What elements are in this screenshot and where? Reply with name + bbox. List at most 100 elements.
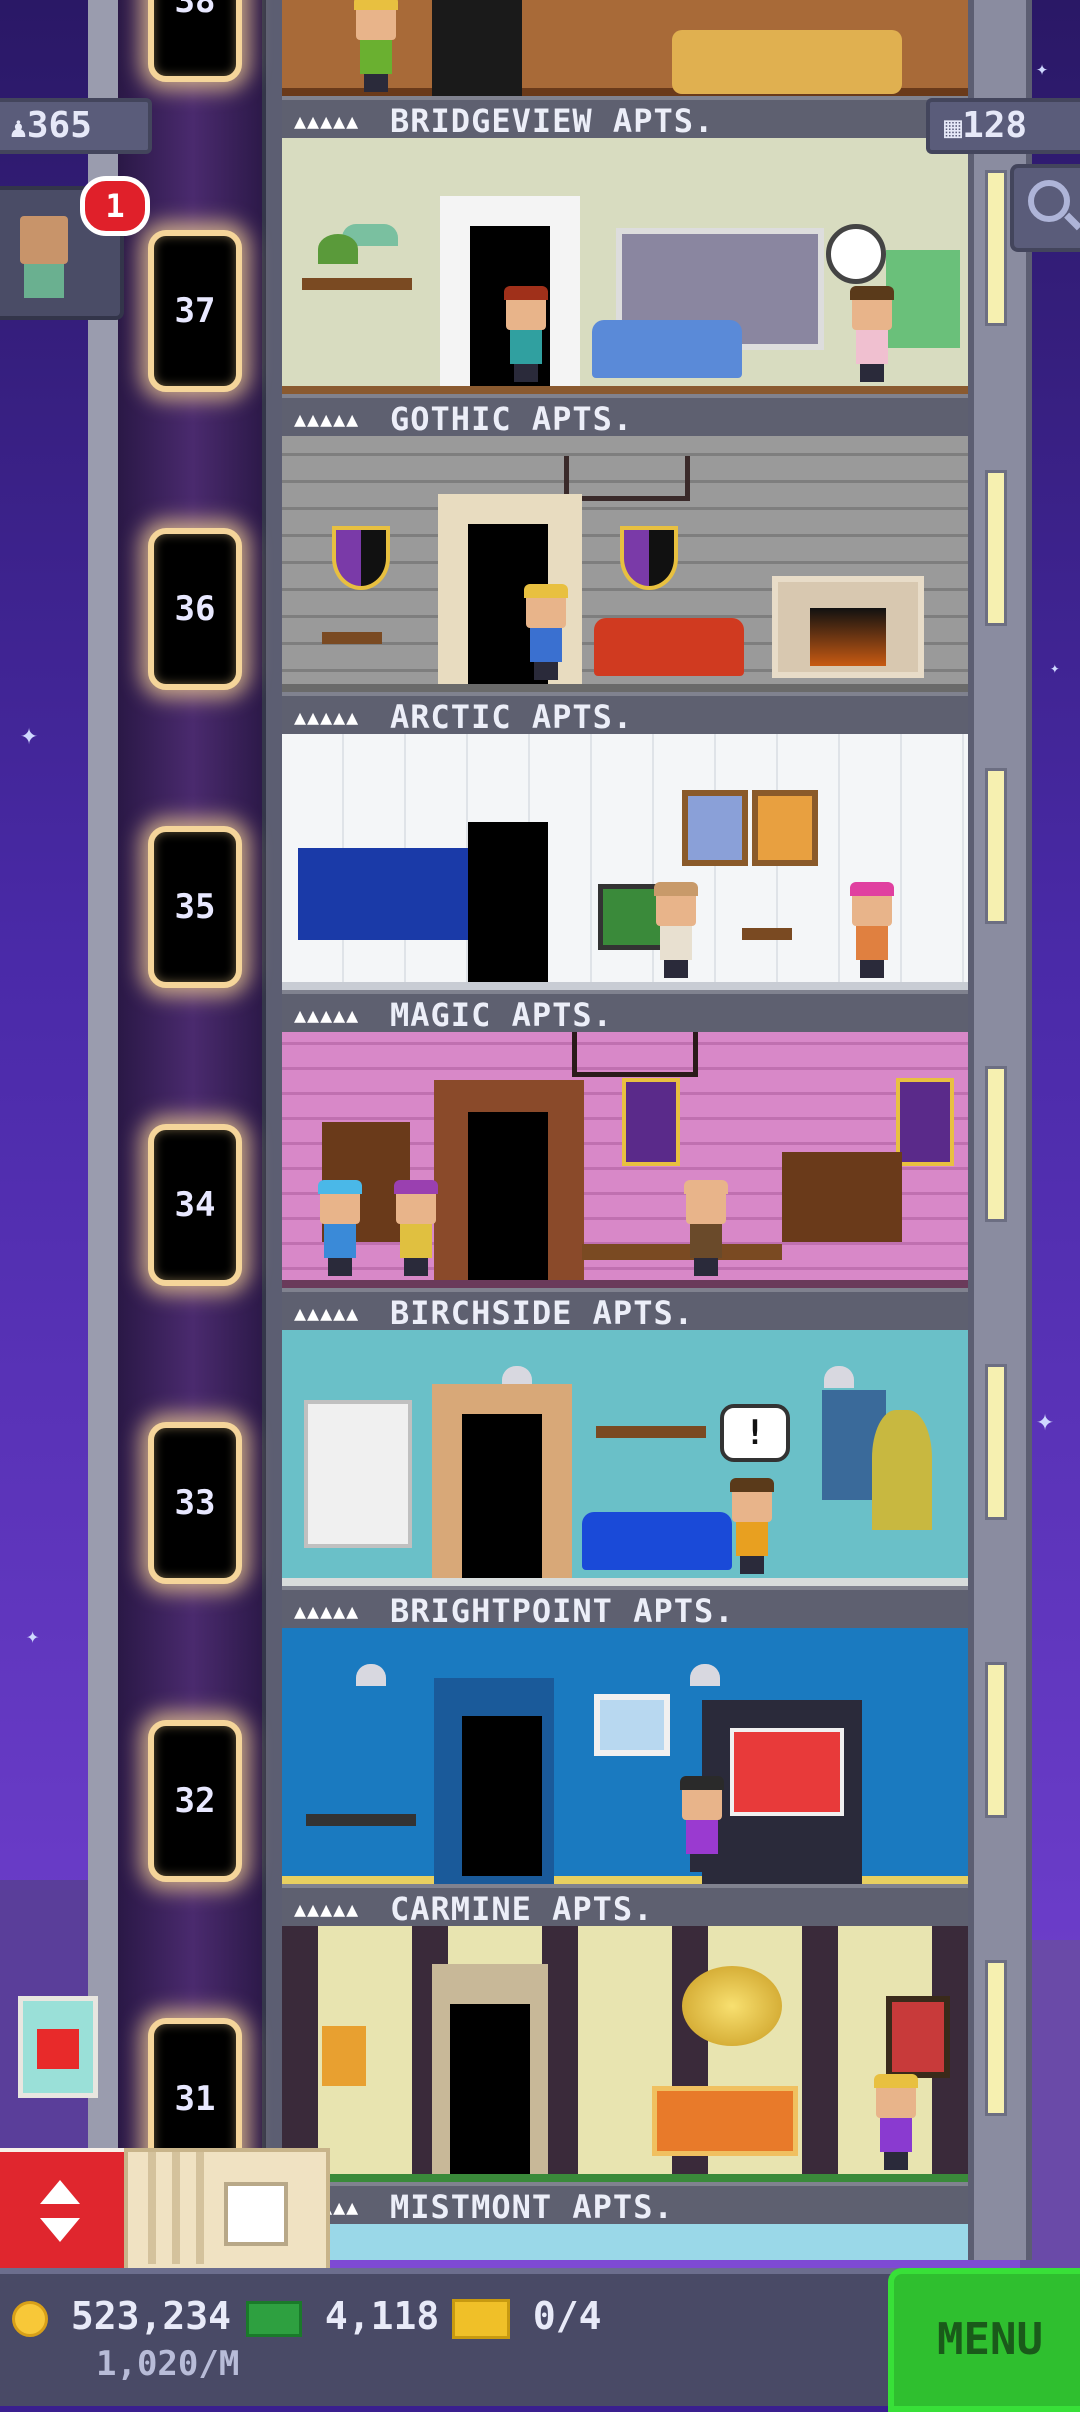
floor-38[interactable]: ▲▲▲▲▲ BRIDGEVIEW APTS. bbox=[282, 0, 968, 138]
coins-rate: 1,020/M bbox=[96, 2344, 240, 2384]
apartment-door bbox=[462, 1716, 542, 1876]
resident[interactable] bbox=[872, 2074, 920, 2170]
floor-sign: ▲▲▲▲▲ BRIGHTPOINT APTS. bbox=[282, 1586, 968, 1628]
clock-icon bbox=[826, 224, 886, 284]
blue-cabinet bbox=[298, 848, 474, 940]
wall-sconce bbox=[322, 2026, 366, 2086]
resident[interactable] bbox=[392, 1180, 440, 1276]
resident[interactable] bbox=[728, 1478, 776, 1574]
resident[interactable] bbox=[848, 286, 896, 382]
outer-window bbox=[985, 1066, 1007, 1222]
avatar bbox=[20, 216, 68, 264]
resident[interactable] bbox=[316, 1180, 364, 1276]
resident[interactable] bbox=[848, 882, 896, 978]
chandelier bbox=[572, 1032, 698, 1077]
floor-sign: ▲▲▲▲▲ CARMINE APTS. bbox=[282, 1884, 968, 1926]
elevator-door-33[interactable]: 33 bbox=[148, 1422, 242, 1584]
banner bbox=[622, 1078, 680, 1166]
tv bbox=[730, 1728, 844, 1816]
side-table bbox=[742, 928, 792, 940]
resident[interactable] bbox=[652, 882, 700, 978]
resident[interactable] bbox=[352, 0, 400, 92]
resident[interactable] bbox=[522, 584, 570, 680]
outer-window bbox=[985, 470, 1007, 626]
coin-icon bbox=[12, 2300, 48, 2337]
apartment-door bbox=[462, 1414, 542, 1578]
build-floor-button[interactable] bbox=[124, 2148, 330, 2276]
side-table bbox=[322, 632, 382, 644]
floor-sign: ▲▲▲▲▲ ARCTIC APTS. bbox=[282, 692, 968, 734]
bux-display[interactable]: 4,118 bbox=[246, 2294, 439, 2338]
star-rating: ▲▲▲▲▲ bbox=[294, 705, 360, 729]
banner bbox=[896, 1078, 954, 1166]
resident[interactable] bbox=[502, 286, 550, 382]
door bbox=[432, 0, 522, 100]
potted-plant bbox=[872, 1410, 932, 1530]
elevator-door-37[interactable]: 37 bbox=[148, 230, 242, 392]
chandelier bbox=[682, 1966, 782, 2046]
tower: 38 37 36 35 34 33 32 31 ▲▲▲▲▲ BRIDGEVIEW … bbox=[0, 0, 1080, 2400]
wall-picture bbox=[752, 790, 818, 866]
outer-window bbox=[985, 1364, 1007, 1520]
down-arrow-icon bbox=[40, 2218, 80, 2242]
floor-36[interactable]: ▲▲▲▲▲ ARCTIC APTS. bbox=[282, 436, 968, 734]
floor-33[interactable]: ! ▲▲▲▲▲ BRIGHTPOINT APTS. bbox=[282, 1330, 968, 1628]
floor-sign: ▲▲▲▲▲ BRIDGEVIEW APTS. bbox=[282, 96, 968, 138]
sofa bbox=[672, 30, 902, 94]
floor-35[interactable]: ▲▲▲▲▲ MAGIC APTS. bbox=[282, 734, 968, 1032]
outer-window bbox=[985, 768, 1007, 924]
floor-34[interactable]: ▲▲▲▲▲ BIRCHSIDE APTS. bbox=[282, 1032, 968, 1330]
floor-sign: ▲▲▲▲▲ BIRCHSIDE APTS. bbox=[282, 1288, 968, 1330]
population-counter[interactable]: ♟365 bbox=[0, 98, 152, 154]
apartment-door bbox=[468, 1112, 548, 1280]
elevator-door-38[interactable]: 38 bbox=[148, 0, 242, 82]
sofa bbox=[592, 320, 742, 378]
plant bbox=[318, 234, 358, 264]
avatar-body bbox=[24, 264, 64, 298]
elevator-door-34[interactable]: 34 bbox=[148, 1124, 242, 1286]
person-icon: ♟ bbox=[10, 111, 27, 144]
search-button[interactable] bbox=[1010, 164, 1080, 252]
elevator-button[interactable] bbox=[0, 2148, 128, 2276]
tickets-display[interactable]: 0/4 bbox=[452, 2294, 602, 2339]
wall-shelf bbox=[596, 1426, 706, 1438]
apartment-door bbox=[468, 822, 548, 982]
floor-37[interactable]: ▲▲▲▲▲ GOTHIC APTS. bbox=[282, 138, 968, 436]
notification-badge[interactable]: 1 bbox=[80, 176, 150, 236]
shield-crest bbox=[332, 526, 390, 590]
resident[interactable] bbox=[682, 1180, 730, 1276]
building-icon: ▦ bbox=[944, 110, 963, 145]
ceiling-lamp bbox=[824, 1366, 854, 1388]
sofa bbox=[594, 618, 744, 676]
star-rating: ▲▲▲▲▲ bbox=[294, 109, 360, 133]
coins-display[interactable]: 523,234 bbox=[12, 2294, 231, 2338]
ceiling-lamp bbox=[690, 1664, 720, 1686]
chandelier bbox=[564, 456, 690, 501]
floor-32[interactable]: ▲▲▲▲▲ CARMINE APTS. bbox=[282, 1628, 968, 1926]
floor-sign: ▲▲▲▲▲MISTMONT APTS. bbox=[282, 2182, 968, 2224]
fries-bitizen-card[interactable] bbox=[18, 1996, 98, 2098]
fireplace bbox=[782, 1152, 902, 1242]
dining-table bbox=[306, 1814, 416, 1826]
floor-sign: ▲▲▲▲▲ MAGIC APTS. bbox=[282, 990, 968, 1032]
elevator-door-35[interactable]: 35 bbox=[148, 826, 242, 988]
bed bbox=[652, 2086, 798, 2156]
menu-button[interactable]: MENU bbox=[888, 2268, 1080, 2412]
elevator-door-36[interactable]: 36 bbox=[148, 528, 242, 690]
star-rating: ▲▲▲▲▲ bbox=[294, 1003, 360, 1027]
up-arrow-icon bbox=[40, 2180, 80, 2204]
star-rating: ▲▲▲▲▲ bbox=[294, 1301, 360, 1325]
shield-crest bbox=[620, 526, 678, 590]
speech-bubble[interactable]: ! bbox=[720, 1404, 790, 1462]
elevator-shaft-rail bbox=[262, 0, 284, 2260]
star-rating: ▲▲▲▲▲ bbox=[294, 1599, 360, 1623]
floor-31[interactable]: ▲▲▲▲▲MISTMONT APTS. bbox=[282, 1926, 968, 2224]
sofa bbox=[582, 1512, 732, 1570]
resident[interactable] bbox=[678, 1776, 726, 1872]
floor-counter[interactable]: ▦128 bbox=[926, 98, 1080, 154]
bookshelf bbox=[304, 1400, 412, 1548]
elevator-door-32[interactable]: 32 bbox=[148, 1720, 242, 1882]
outer-window bbox=[985, 1960, 1007, 2116]
star-rating: ▲▲▲▲▲ bbox=[294, 407, 360, 431]
outer-window bbox=[985, 170, 1007, 326]
